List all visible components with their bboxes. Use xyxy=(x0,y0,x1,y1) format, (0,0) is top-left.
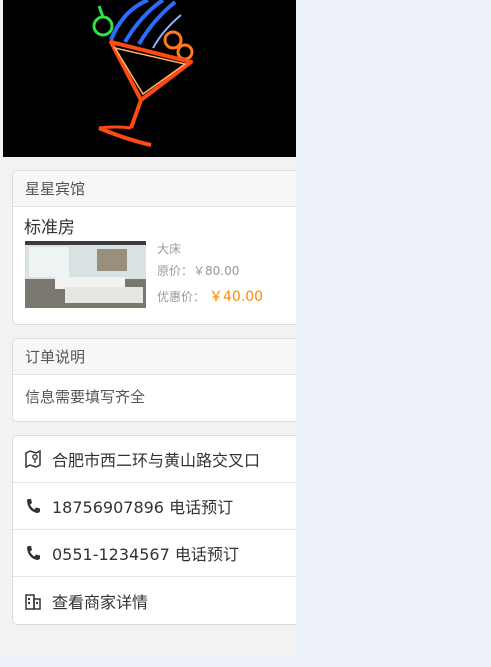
app-screen: 星星宾馆 标准房 大床 原价：￥80.00 优惠价： ￥40.00 订单说明 信… xyxy=(0,0,296,656)
merchant-detail-item[interactable]: 查看商家详情 xyxy=(13,577,296,624)
address-text: 合肥市西二环与黄山路交叉口 xyxy=(52,451,261,470)
neon-cocktail-sign xyxy=(3,0,296,157)
hero-image xyxy=(3,0,296,157)
bed-type: 大床 xyxy=(157,242,182,256)
building-icon xyxy=(25,592,41,610)
address-item[interactable]: 合肥市西二环与黄山路交叉口 xyxy=(13,436,296,483)
order-note-title: 订单说明 xyxy=(13,339,296,375)
original-price-label: 原价： xyxy=(157,264,194,278)
sale-price-label: 优惠价： xyxy=(157,290,206,304)
original-price-row: 原价：￥80.00 xyxy=(157,263,263,285)
sale-price-row: 优惠价： ￥40.00 xyxy=(157,289,263,311)
phone-icon xyxy=(25,544,41,562)
room-info: 大床 原价：￥80.00 优惠价： ￥40.00 xyxy=(13,241,296,323)
room-meta: 大床 原价：￥80.00 优惠价： ￥40.00 xyxy=(157,241,263,311)
landline-number: 0551-1234567 xyxy=(52,545,170,564)
order-note-card: 订单说明 信息需要填写齐全 xyxy=(12,338,296,422)
phone-icon xyxy=(25,497,41,515)
call-mobile-item[interactable]: 18756907896 电话预订 xyxy=(13,483,296,530)
mobile-number: 18756907896 xyxy=(52,498,164,517)
call-landline-item[interactable]: 0551-1234567 电话预订 xyxy=(13,530,296,577)
mobile-action: 电话预订 xyxy=(169,498,234,517)
order-note-text: 信息需要填写齐全 xyxy=(25,388,146,406)
landline-action: 电话预订 xyxy=(174,545,239,564)
hotel-name: 星星宾馆 xyxy=(13,171,296,207)
map-icon xyxy=(25,450,41,468)
room-photo[interactable] xyxy=(25,241,146,308)
contact-list: 合肥市西二环与黄山路交叉口 18756907896 电话预订 0551-1234… xyxy=(12,435,296,625)
room-name: 标准房 xyxy=(24,218,75,238)
sale-price: ￥40.00 xyxy=(209,289,264,305)
original-price: ￥80.00 xyxy=(193,264,240,278)
merchant-detail-text: 查看商家详情 xyxy=(52,592,149,612)
hotel-card: 星星宾馆 标准房 大床 原价：￥80.00 优惠价： ￥40.00 xyxy=(12,170,296,325)
